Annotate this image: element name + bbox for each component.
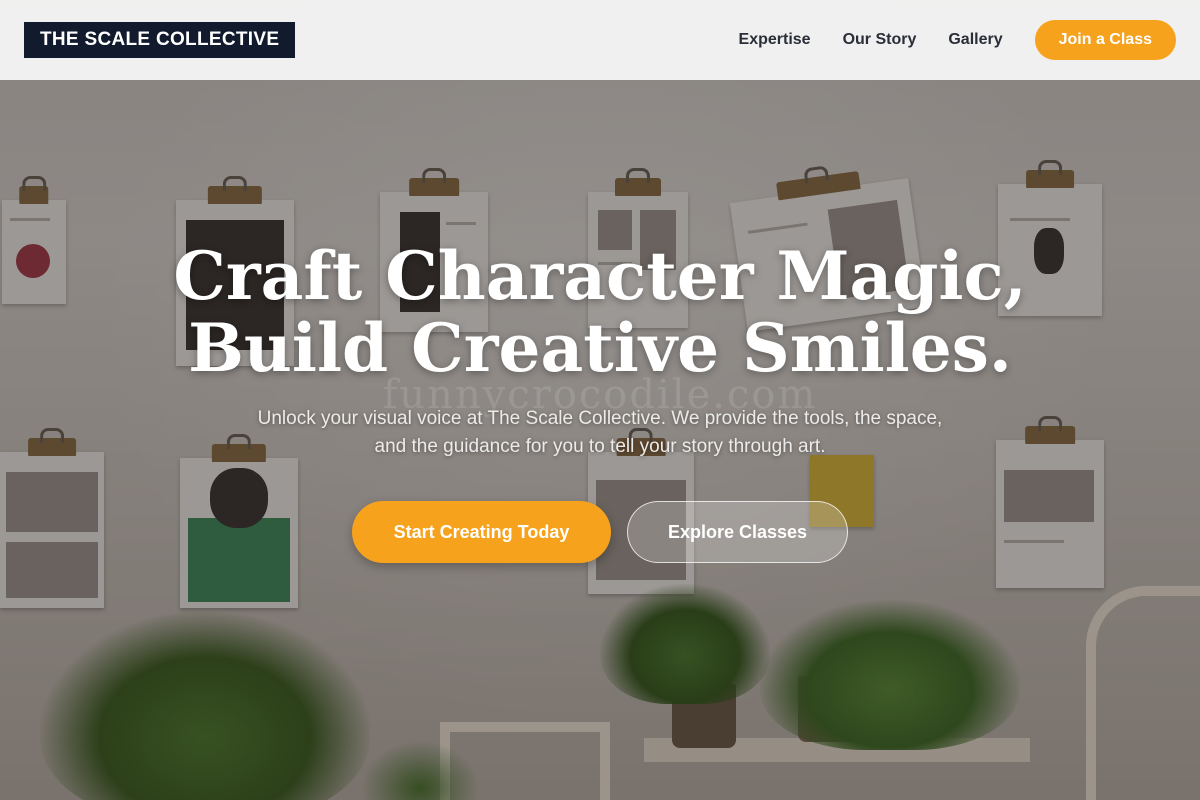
nav-link-our-story[interactable]: Our Story: [843, 31, 917, 49]
nav-link-expertise[interactable]: Expertise: [739, 31, 811, 49]
hero-cta-row: Start Creating Today Explore Classes: [352, 501, 848, 563]
site-logo[interactable]: THE SCALE COLLECTIVE: [24, 22, 296, 58]
join-a-class-button[interactable]: Join a Class: [1034, 20, 1176, 60]
hero-title-line-2: Build Creative Smiles.: [188, 309, 1012, 387]
main-nav: Expertise Our Story Gallery Join a Class: [707, 20, 1176, 60]
hero-subtitle: Unlock your visual voice at The Scale Co…: [257, 408, 943, 457]
hero-title: Craft Character Magic, Build Creative Sm…: [0, 240, 1200, 384]
nav-link-gallery[interactable]: Gallery: [948, 31, 1002, 49]
site-header: THE SCALE COLLECTIVE Expertise Our Story…: [0, 0, 1200, 80]
hero-title-line-1: Craft Character Magic,: [173, 237, 1027, 315]
explore-classes-button[interactable]: Explore Classes: [627, 501, 848, 563]
start-creating-button[interactable]: Start Creating Today: [352, 501, 611, 563]
